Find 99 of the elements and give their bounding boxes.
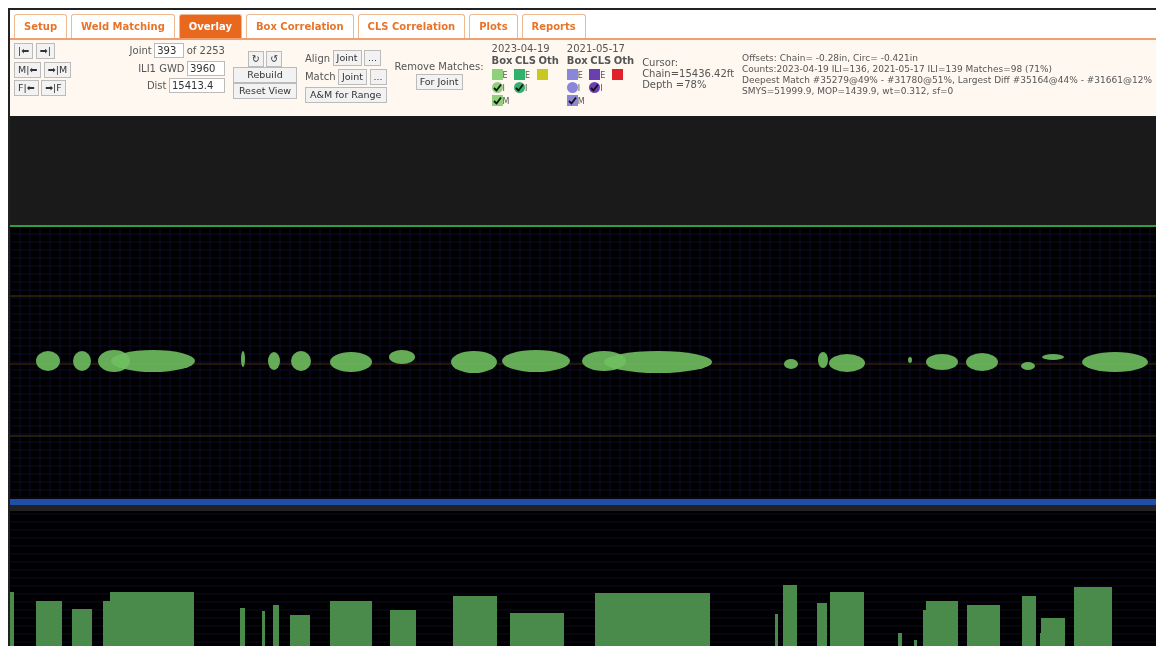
- defect-ellipse: [73, 351, 91, 371]
- depth-bar: [898, 633, 902, 646]
- depth-bar: [817, 603, 827, 646]
- checkbox[interactable]: [611, 69, 623, 80]
- checkbox[interactable]: [536, 69, 548, 80]
- depth-bar: [1074, 587, 1112, 646]
- defect-ellipse: [451, 351, 497, 373]
- dropdown-button[interactable]: Joint: [338, 68, 367, 85]
- legend-label: E: [577, 72, 583, 80]
- legend-label: M: [577, 98, 585, 106]
- radio-toggle[interactable]: [566, 82, 578, 93]
- defect-ellipse: [36, 351, 60, 371]
- legend-header: Oth: [613, 55, 635, 67]
- legend-label: E: [502, 72, 508, 80]
- nav-button[interactable]: |⬅: [14, 43, 34, 59]
- depth-bar: [36, 601, 62, 646]
- nav-button[interactable]: M|⬅: [14, 61, 42, 78]
- cursor-info: Cursor:: [642, 57, 680, 68]
- checkbox[interactable]: [514, 69, 526, 80]
- checkbox[interactable]: [491, 95, 503, 106]
- defect-ellipse: [291, 351, 311, 371]
- defect-ellipse: [241, 351, 245, 367]
- defect-ellipse: [389, 350, 415, 364]
- defect-ellipse: [330, 352, 372, 372]
- radio-toggle[interactable]: [589, 82, 601, 93]
- range-button[interactable]: A&M for Range: [305, 87, 387, 103]
- depth-bar: [10, 592, 14, 646]
- depth-bar: [390, 610, 416, 646]
- depth-bar: [72, 609, 92, 646]
- depth-bar: [783, 585, 797, 646]
- legend-header: Oth: [538, 55, 559, 67]
- defect-ellipse: [926, 354, 958, 370]
- checkbox[interactable]: [566, 69, 578, 80]
- depth-bar: [273, 605, 279, 646]
- legend-header: Box: [491, 55, 513, 67]
- input-field[interactable]: 393: [154, 43, 185, 58]
- defect-ellipse: [502, 350, 570, 372]
- joint-count: of 2253: [186, 44, 225, 58]
- defect-ellipse: [268, 352, 280, 370]
- checkbox[interactable]: [566, 95, 578, 106]
- nav-button[interactable]: ➡|F: [41, 80, 66, 96]
- depth-bar: [510, 613, 564, 646]
- remove-matches-label: Remove Matches:: [394, 60, 484, 74]
- legend-label: I: [577, 85, 581, 93]
- nav-button[interactable]: ➡|: [35, 43, 55, 59]
- legend-header: CLS: [515, 55, 536, 67]
- info-line: Deepest Match #35279@49% - #31780@51%, Largest Diff #35164@44% - #31661@12%: [742, 75, 1152, 86]
- legend-label: M: [502, 98, 510, 106]
- defect-ellipse: [1021, 362, 1035, 370]
- view-button[interactable]: Reset View: [233, 83, 297, 99]
- info-line: Offsets: Chain= -0.28in, Circ= -0.421in: [742, 53, 919, 64]
- defect-ellipse: [1082, 352, 1148, 372]
- legend-label: I: [502, 85, 505, 93]
- depth-bar: [830, 592, 864, 646]
- info-line: Counts:2023-04-19 ILI=136, 2021-05-17 ILI=139 Matches=98 (71%): [742, 64, 1054, 75]
- defect-ellipse: [966, 353, 998, 371]
- checkbox[interactable]: [491, 69, 503, 80]
- legend-label: I: [600, 85, 603, 93]
- depth-bar: [914, 640, 917, 646]
- field-label: Align: [305, 51, 331, 66]
- input-field[interactable]: 15413.4: [169, 78, 225, 93]
- view-button[interactable]: Rebuild: [233, 67, 297, 83]
- info-line: SMYS=51999.9, MOP=1439.9, wt=0.312, sf=0: [742, 86, 955, 97]
- legend-date: 2023-04-19: [491, 43, 551, 55]
- field-label: Match: [305, 70, 336, 84]
- field-label: ILI1 GWD: [138, 61, 185, 76]
- field-label: Dist: [146, 79, 167, 93]
- cursor-info: Depth =78%: [642, 79, 708, 90]
- depth-bar: [967, 605, 1000, 646]
- field-label: Joint: [129, 44, 152, 58]
- defect-ellipse: [784, 359, 798, 369]
- input-field[interactable]: 3960: [187, 60, 225, 76]
- legend-label: E: [600, 72, 606, 80]
- nav-button[interactable]: F|⬅: [14, 80, 39, 96]
- legend-header: Box: [566, 55, 588, 67]
- for-joint-button[interactable]: For Joint: [415, 74, 463, 90]
- more-button[interactable]: ...: [364, 50, 382, 66]
- depth-bar: [330, 601, 372, 646]
- nav-button[interactable]: ➡|M: [43, 61, 72, 78]
- checkbox[interactable]: [589, 69, 601, 80]
- dropdown-button[interactable]: Joint: [332, 50, 362, 66]
- depth-bar: [1022, 596, 1036, 646]
- depth-bar: [290, 615, 310, 646]
- defect-ellipse: [908, 357, 912, 363]
- depth-bar: [240, 608, 245, 646]
- rotate-button[interactable]: ↺: [266, 51, 283, 67]
- depth-bar: [262, 611, 265, 646]
- depth-bar: [453, 596, 497, 646]
- rotate-button[interactable]: ↻: [247, 51, 264, 67]
- legend-label: I: [525, 85, 528, 93]
- depth-bar: [775, 614, 778, 646]
- cursor-info: Chain=15436.42ft: [642, 68, 735, 79]
- legend-label: E: [525, 72, 531, 80]
- legend-date: 2021-05-17: [566, 43, 626, 55]
- radio-toggle[interactable]: [491, 82, 503, 93]
- more-button[interactable]: ...: [369, 68, 387, 85]
- legend-header: CLS: [590, 55, 612, 67]
- defect-ellipse: [1042, 354, 1064, 360]
- radio-toggle[interactable]: [514, 82, 526, 93]
